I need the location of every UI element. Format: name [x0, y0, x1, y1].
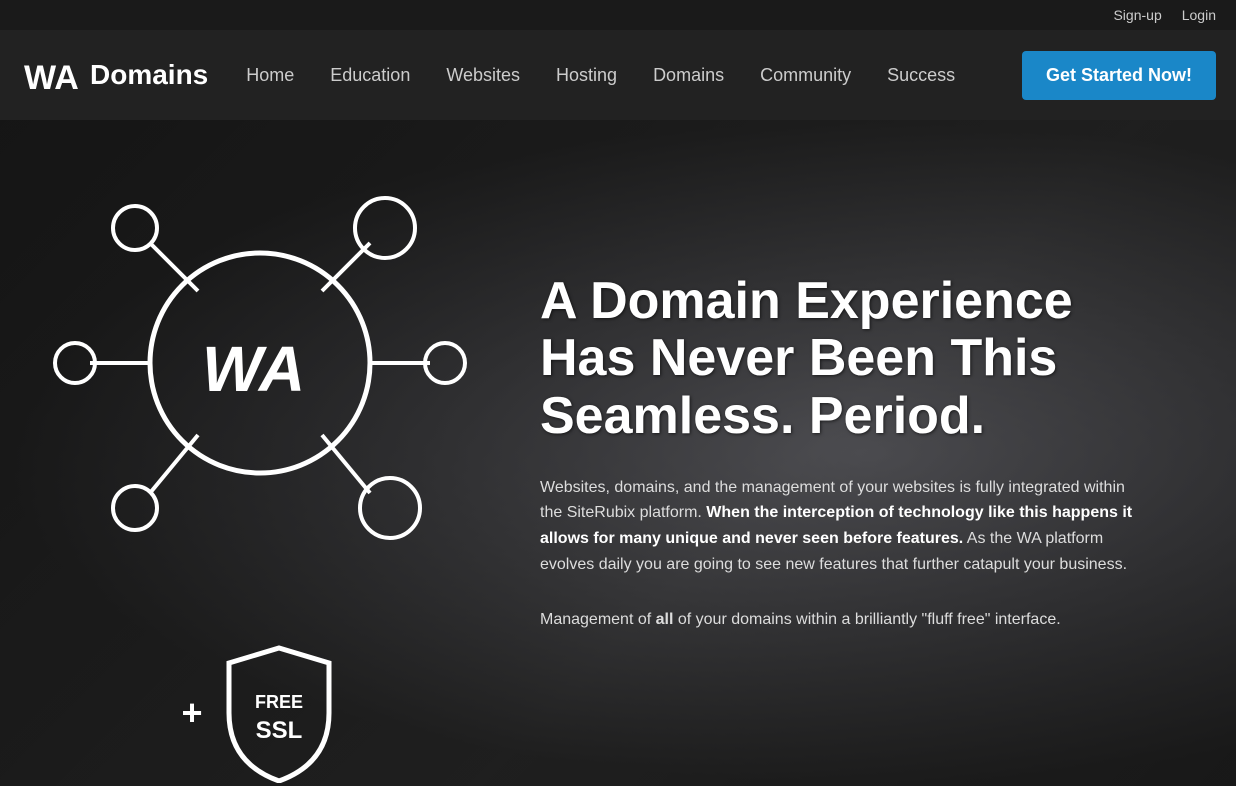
nav-education[interactable]: Education — [312, 30, 428, 120]
ssl-badge-area: + FREE SSL — [181, 643, 338, 783]
signup-link[interactable]: Sign-up — [1113, 7, 1161, 23]
nav-links: Home Education Websites Hosting Domains … — [228, 30, 1022, 120]
nav-domains[interactable]: Domains — [635, 30, 742, 120]
top-bar: Sign-up Login — [0, 0, 1236, 30]
nav-websites[interactable]: Websites — [428, 30, 538, 120]
login-link[interactable]: Login — [1182, 7, 1216, 23]
hero-headline: A Domain Experience Has Never Been This … — [540, 273, 1176, 445]
navbar: WA Domains Home Education Websites Hosti… — [0, 30, 1236, 120]
nav-hosting[interactable]: Hosting — [538, 30, 635, 120]
nav-home[interactable]: Home — [228, 30, 312, 120]
wa-logo-icon: WA — [20, 53, 80, 98]
nav-success[interactable]: Success — [869, 30, 973, 120]
svg-text:WA: WA — [24, 59, 79, 97]
nav-community[interactable]: Community — [742, 30, 869, 120]
get-started-button[interactable]: Get Started Now! — [1022, 51, 1216, 100]
hero-body-paragraph: Websites, domains, and the management of… — [540, 475, 1140, 577]
hero-section: WA + — [0, 120, 1236, 786]
svg-text:FREE: FREE — [255, 692, 303, 712]
ssl-shield-icon: FREE SSL — [219, 643, 339, 783]
logo-area[interactable]: WA — [20, 53, 80, 98]
hero-right: A Domain Experience Has Never Been This … — [500, 233, 1236, 673]
hero-body2-paragraph: Management of all of your domains within… — [540, 607, 1140, 633]
ssl-plus-sign: + — [181, 692, 202, 734]
svg-text:SSL: SSL — [255, 717, 302, 744]
svg-text:WA: WA — [202, 333, 305, 405]
nav-page-title: Domains — [90, 59, 208, 91]
hero-left: WA + — [0, 120, 500, 786]
domain-network-icon: WA — [50, 143, 470, 623]
